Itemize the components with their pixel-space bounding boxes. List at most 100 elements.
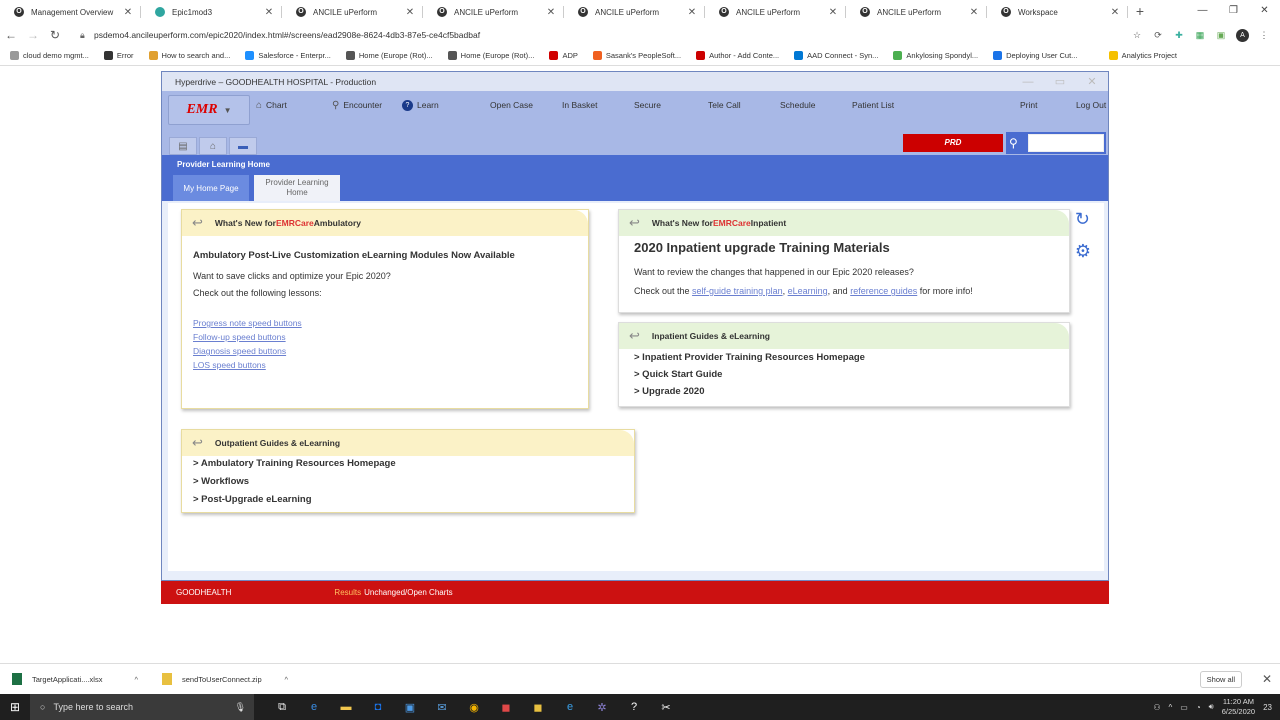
tab-my-home-page[interactable]: My Home Page (173, 175, 249, 201)
tab-provider-learning-home[interactable]: Provider Learning Home (254, 175, 340, 201)
lesson-link[interactable]: Progress note speed buttons (193, 318, 577, 328)
bookmark-item[interactable]: Salesforce - Enterpr... (245, 51, 331, 60)
bookmark-item[interactable]: Home (Europe (Rot)... (345, 51, 433, 60)
bookmark-item[interactable]: cloud demo mgmt... (10, 51, 89, 60)
clock[interactable]: 11:20 AM 6/25/2020 (1222, 697, 1255, 717)
browser-tab[interactable]: O Workspace ✕ (987, 0, 1128, 24)
bookmark-item[interactable]: AAD Connect - Syn... (794, 51, 878, 60)
bookmark-item[interactable]: ADP (549, 51, 578, 60)
browser-tab[interactable]: O ANCILE uPerform ✕ (564, 0, 705, 24)
reload-icon[interactable]: ↻ (44, 28, 66, 42)
extension-box-icon[interactable]: ▣ (1215, 29, 1227, 41)
home-icon[interactable]: ⌂ (199, 137, 227, 155)
lesson-link[interactable]: Diagnosis speed buttons (193, 346, 577, 356)
lock-icon[interactable]: 🔒︎ (80, 30, 90, 41)
notifications-badge[interactable]: 23 (1263, 703, 1272, 712)
menu-icon[interactable]: ⋮ (1258, 29, 1270, 41)
forward-icon[interactable]: → (22, 28, 44, 42)
browser-tab[interactable]: O Management Overview ✕ (0, 0, 141, 24)
toolbar-schedule-button[interactable]: Schedule (780, 95, 815, 115)
edge-icon[interactable]: e (298, 701, 330, 714)
close-icon[interactable]: ✕ (1249, 0, 1280, 22)
browser-tab[interactable]: O ANCILE uPerform ✕ (423, 0, 564, 24)
browser-tab[interactable]: O ANCILE uPerform ✕ (846, 0, 987, 24)
close-tab-icon[interactable]: ✕ (1110, 7, 1120, 18)
toolbar-patient-list-button[interactable]: Patient List (852, 95, 894, 115)
results-label[interactable]: Results (334, 588, 361, 597)
restore-icon[interactable]: ❐ (1218, 0, 1249, 22)
browser-tab[interactable]: O ANCILE uPerform ✕ (705, 0, 846, 24)
chrome-icon[interactable]: ◉ (458, 701, 490, 714)
bookmark-item[interactable]: Home (Europe (Rot)... (447, 51, 534, 60)
bookmark-item[interactable]: Author - Add Conte... (696, 51, 779, 60)
unchanged-open-charts[interactable]: Unchanged/Open Charts (364, 588, 453, 597)
new-tab-icon[interactable]: + (1128, 0, 1152, 24)
search-icon[interactable]: ⚲ (1009, 136, 1025, 150)
browser-tab[interactable]: Epic1mod3 ✕ (141, 0, 282, 24)
extension-refresh-icon[interactable]: ⟳ (1152, 29, 1164, 41)
ie-icon[interactable]: e (554, 701, 586, 714)
url-field[interactable]: psdemo4.ancileuperform.com/epic2020/inde… (94, 30, 1131, 40)
emr-menu-button[interactable]: EMR ▼ (168, 95, 250, 125)
taskbar-search[interactable]: ○ Type here to search 🎙︎ (30, 694, 254, 720)
close-downloads-icon[interactable]: ✕ (1262, 672, 1272, 686)
bookmark-item[interactable]: Deploying User Cut... (993, 51, 1077, 60)
app-icon-purple[interactable]: ✲ (586, 701, 618, 714)
profile-avatar[interactable]: A (1236, 28, 1249, 42)
network-icon[interactable]: ◔ (1196, 703, 1201, 712)
minimize-icon[interactable]: — (1012, 73, 1044, 91)
bookmark-item[interactable]: Ankylosing Spondyl... (893, 51, 978, 60)
volume-icon[interactable]: 🔊︎ (1209, 702, 1214, 712)
toolbar-secure-button[interactable]: Secure (634, 95, 661, 115)
task-view-icon[interactable]: ⧉ (266, 701, 298, 714)
reference-guides-link[interactable]: reference guides (850, 286, 917, 296)
guide-link[interactable]: > Upgrade 2020 (634, 386, 1058, 397)
close-tab-icon[interactable]: ✕ (687, 7, 697, 18)
show-all-button[interactable]: Show all (1199, 670, 1242, 688)
maximize-icon[interactable]: ▭ (1044, 73, 1076, 91)
help-icon[interactable]: ? (618, 701, 650, 714)
bookmark-item[interactable]: Sasank's PeopleSoft... (592, 51, 681, 60)
extension-plus-icon[interactable]: ✚ (1173, 29, 1185, 41)
download-item[interactable]: TargetApplicati....xlsx ^ (0, 673, 150, 685)
toolbar-open-case-button[interactable]: Open Case (490, 95, 533, 115)
folder-icon[interactable]: ▬ (229, 137, 257, 155)
app-icon-yellow[interactable]: ◼ (522, 701, 554, 714)
toolbar-log-out-button[interactable]: Log Out (1076, 95, 1106, 115)
self-guide-link[interactable]: self-guide training plan (692, 286, 783, 296)
elearning-link[interactable]: eLearning (788, 286, 828, 296)
browser-tab[interactable]: O ANCILE uPerform ✕ (282, 0, 423, 24)
bookmark-item[interactable]: Error (103, 51, 134, 60)
close-icon[interactable]: ✕ (1076, 73, 1108, 91)
lesson-link[interactable]: LOS speed buttons (193, 360, 577, 370)
minimize-icon[interactable]: — (1187, 0, 1218, 22)
battery-icon[interactable]: ▭ (1180, 703, 1188, 712)
refresh-icon[interactable]: ↻ (1075, 203, 1091, 235)
close-tab-icon[interactable]: ✕ (828, 7, 838, 18)
guide-link[interactable]: > Inpatient Provider Training Resources … (634, 352, 1058, 363)
app-icon-red[interactable]: ◼ (490, 701, 522, 714)
toolbar-print-button[interactable]: Print (1020, 95, 1037, 115)
people-icon[interactable]: ⚇ (1153, 703, 1160, 712)
guide-link[interactable]: > Ambulatory Training Resources Homepage (193, 458, 623, 469)
toolbar-in-basket-button[interactable]: In Basket (562, 95, 597, 115)
chevron-up-icon[interactable]: ^ (1169, 703, 1173, 712)
guide-link[interactable]: > Workflows (193, 476, 623, 487)
extension-grid-icon[interactable]: ▦ (1194, 29, 1206, 41)
close-tab-icon[interactable]: ✕ (264, 7, 274, 18)
bookmark-item[interactable]: Analytics Project (1108, 51, 1177, 60)
store-icon[interactable]: ▣ (394, 701, 426, 714)
bookmark-item[interactable]: How to search and... (148, 51, 230, 60)
close-tab-icon[interactable]: ✕ (969, 7, 979, 18)
toolbar-encounter-button[interactable]: ⚲ Encounter (332, 95, 382, 115)
file-explorer-icon[interactable]: ▬ (330, 701, 362, 714)
guide-link[interactable]: > Quick Start Guide (634, 369, 1058, 380)
windows-start-icon[interactable]: ⊞ (0, 700, 30, 714)
snip-icon[interactable]: ✂ (650, 701, 682, 714)
toolbar-tele-call-button[interactable]: Tele Call (708, 95, 741, 115)
back-icon[interactable]: ← (0, 28, 22, 42)
chevron-up-icon[interactable]: ^ (284, 675, 288, 684)
microphone-icon[interactable]: 🎙︎ (235, 702, 246, 713)
gear-icon[interactable]: ⚙ (1075, 235, 1091, 267)
star-icon[interactable]: ☆ (1131, 29, 1143, 41)
